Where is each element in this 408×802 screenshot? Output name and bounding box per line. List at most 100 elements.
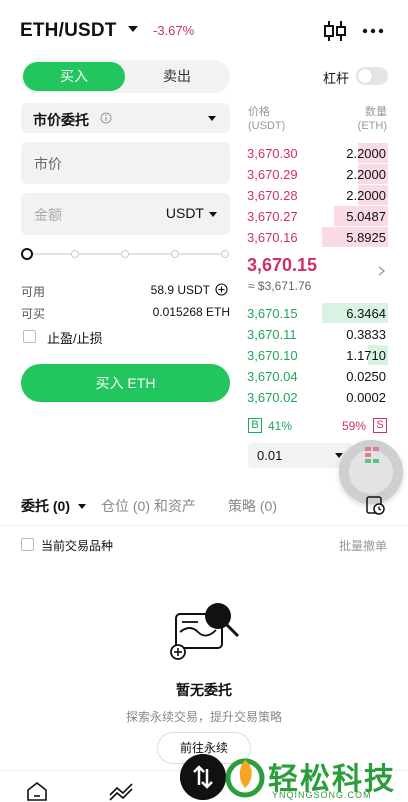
amount-unit-select[interactable]: USDT [166,205,204,221]
order-type-label: 市价委托 [33,112,89,128]
ob-price-unit: (USDT) [248,120,286,132]
current-symbol-checkbox[interactable] [21,538,34,551]
ask-price: 3,670.29 [247,167,298,182]
header: ETH/USDT -3.67% [0,0,408,60]
ask-qty: 2.2000 [346,146,386,161]
tab-positions[interactable]: 仓位 (0) 和资产 [101,496,196,516]
slider-stop-50[interactable] [121,250,129,258]
last-price-usd: ≈ $3,671.76 [248,279,312,293]
ask-row[interactable]: 3,670.27 5.0487 [246,206,388,227]
more-icon[interactable] [362,28,384,34]
ask-price: 3,670.28 [247,188,298,203]
tpsl-label[interactable]: 止盈/止损 [47,328,103,347]
chevron-down-icon [208,116,216,121]
chevron-right-icon[interactable] [378,266,386,276]
tab-orders[interactable]: 委托 (0) [21,496,70,516]
divider [0,525,408,526]
current-symbol-label[interactable]: 当前交易品种 [41,537,113,554]
amount-field[interactable]: 金额 USDT [21,193,230,235]
depth-step-select[interactable]: 0.01 [248,443,352,468]
buy-eth-button[interactable]: 买入 ETH [21,364,230,402]
ask-row[interactable]: 3,670.30 2.2000 [246,143,388,164]
price-field-value: 市价 [34,156,62,172]
watermark-subtext: YNQINGSONG.COM [272,790,372,800]
ob-qty-unit: (ETH) [357,120,387,132]
chevron-down-icon [209,212,217,217]
empty-orders-icon [170,603,240,660]
market-icon[interactable] [108,781,134,801]
leverage-label: 杠杆 [323,71,350,86]
empty-title: 暂无委托 [176,682,232,698]
depth-step-value: 0.01 [257,448,283,463]
buy-ratio-badge: B [248,418,262,433]
price-field[interactable]: 市价 [21,142,230,184]
batch-cancel-button[interactable]: 批量撤单 [339,537,387,554]
trade-switch-icon[interactable] [180,754,226,800]
order-history-icon[interactable] [365,494,387,516]
bid-price: 3,670.04 [247,369,298,384]
slider-stop-75[interactable] [171,250,179,258]
available-value: 58.9 USDT [150,283,210,297]
ob-qty-header: 数量 [365,106,387,118]
candlestick-chart-icon[interactable] [322,18,348,44]
add-funds-icon[interactable] [215,283,228,296]
ask-price: 3,670.16 [247,230,298,245]
available-label: 可用 [21,285,46,299]
pair-title[interactable]: ETH/USDT [20,20,117,42]
ask-row[interactable]: 3,670.29 2.2000 [246,164,388,185]
sell-ratio-value: 59% [341,419,366,433]
slider-handle[interactable] [21,248,33,260]
can-buy-value: 0.015268 ETH [152,305,230,319]
ask-qty: 2.2000 [346,167,386,182]
can-buy-label: 可买 [21,307,46,321]
ask-price: 3,670.30 [247,146,298,161]
buy-sell-ratio: B 41% 59% S [247,417,388,435]
buy-ratio-value: 41% [268,419,293,433]
pair-dropdown-icon[interactable] [128,26,138,32]
side-switch: 买入 卖出 [21,60,230,93]
bid-price: 3,670.15 [247,306,298,321]
last-price: 3,670.15 [247,255,318,275]
ask-row[interactable]: 3,670.28 2.2000 [246,185,388,206]
order-type-select[interactable]: 市价委托 [21,103,230,133]
orders-tabs: 委托 (0) 仓位 (0) 和资产 策略 (0) [0,490,408,526]
bid-qty: 0.3833 [346,327,386,342]
tab-strategy[interactable]: 策略 (0) [228,496,277,516]
price-change: -3.67% [153,23,195,38]
bid-price: 3,670.11 [247,327,297,342]
orderbook-mini-icon [365,447,379,463]
sell-tab[interactable]: 卖出 [127,62,227,91]
buy-tab[interactable]: 买入 [23,62,125,91]
bid-qty: 0.0250 [346,369,386,384]
watermark: 轻松科技 YNQINGSONG.COM [222,752,408,802]
ask-qty: 5.8925 [346,230,386,245]
sell-ratio-badge: S [373,418,387,433]
bid-price: 3,670.10 [247,348,298,363]
watermark-logo-icon [225,758,265,798]
bid-row[interactable]: 3,670.02 0.0002 [246,387,388,408]
bid-price: 3,670.02 [247,390,298,405]
ask-qty: 5.0487 [346,209,386,224]
bid-row[interactable]: 3,670.15 6.3464 [246,303,388,324]
home-icon[interactable] [26,781,48,801]
ob-price-header: 价格 [248,106,270,118]
chevron-down-icon[interactable] [78,504,86,509]
bid-row[interactable]: 3,670.04 0.0250 [246,366,388,387]
bid-qty: 1.1710 [346,348,386,363]
bid-qty: 6.3464 [346,306,386,321]
info-icon[interactable] [100,112,112,124]
bid-row[interactable]: 3,670.11 0.3833 [246,324,388,345]
leverage-toggle[interactable] [356,67,388,85]
toggle-knob [358,69,372,83]
slider-stop-100[interactable] [221,250,229,258]
bid-row[interactable]: 3,670.10 1.1710 [246,345,388,366]
ask-row[interactable]: 3,670.16 5.8925 [246,227,388,248]
slider-stop-25[interactable] [71,250,79,258]
tpsl-checkbox[interactable] [23,330,36,343]
amount-slider[interactable] [21,247,230,261]
ask-price: 3,670.27 [247,209,298,224]
amount-placeholder: 金额 [34,207,62,223]
ask-qty: 2.2000 [346,188,386,203]
empty-subtitle: 探索永续交易，提升交易策略 [125,710,282,724]
bid-qty: 0.0002 [346,390,386,405]
